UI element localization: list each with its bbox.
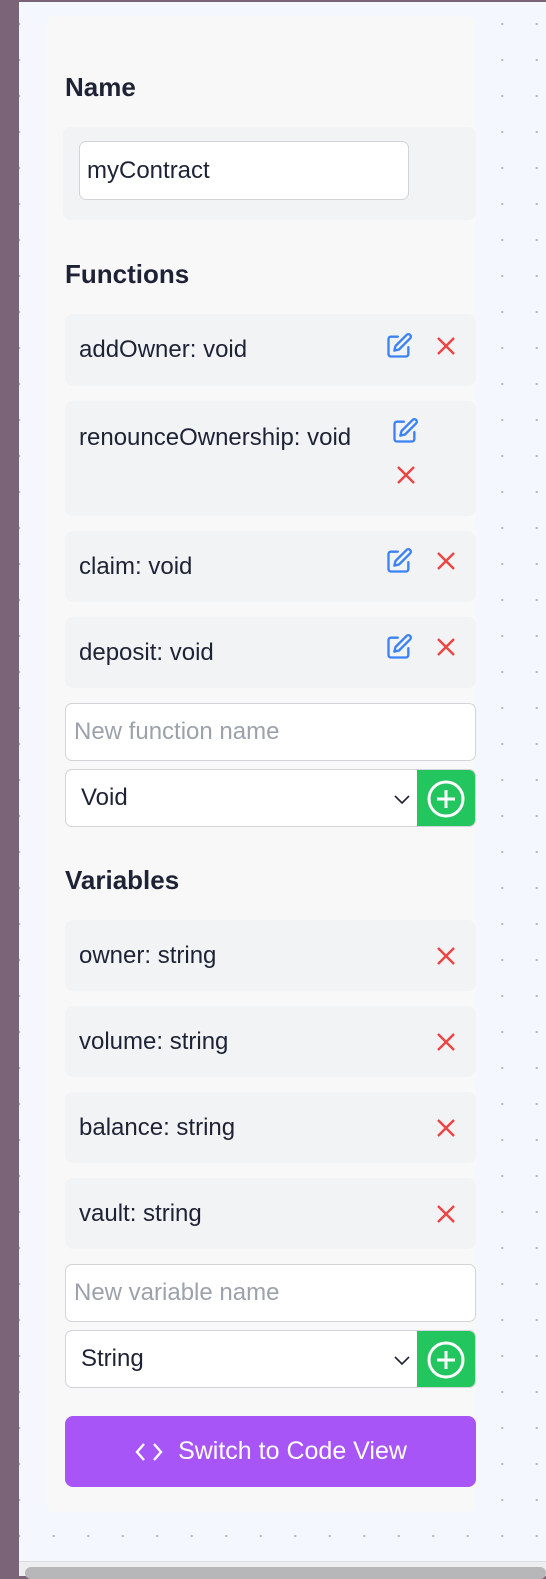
function-type-select[interactable]: Void [65, 769, 476, 827]
variable-label: owner: string [79, 941, 217, 969]
add-variable-button[interactable] [417, 1331, 475, 1387]
function-item: claim: void [65, 531, 476, 602]
function-item: addOwner: void [65, 314, 476, 386]
chevron-down-icon [394, 795, 410, 805]
chevron-down-icon [394, 1356, 410, 1366]
delete-icon[interactable] [434, 549, 458, 573]
delete-icon[interactable] [434, 1202, 458, 1226]
delete-icon[interactable] [434, 944, 458, 968]
variables-heading: Variables [65, 865, 180, 895]
edit-icon[interactable] [385, 332, 413, 360]
add-function-button[interactable] [417, 770, 475, 826]
function-item: renounceOwnership: void [65, 401, 476, 516]
variable-type-value: String [81, 1345, 144, 1372]
function-label: deposit: void [79, 638, 214, 666]
new-function-name-input[interactable] [65, 703, 476, 761]
delete-icon[interactable] [434, 1030, 458, 1054]
variable-item: owner: string [65, 920, 476, 991]
delete-icon[interactable] [434, 334, 458, 358]
variable-label: vault: string [79, 1199, 202, 1227]
plus-circle-icon [427, 1341, 465, 1379]
function-label: renounceOwnership: void [79, 424, 352, 451]
delete-icon[interactable] [434, 1116, 458, 1140]
variable-item: volume: string [65, 1006, 476, 1077]
edit-icon[interactable] [391, 417, 419, 445]
variable-item: balance: string [65, 1092, 476, 1163]
switch-button-label: Switch to Code View [178, 1437, 407, 1465]
edit-icon[interactable] [385, 633, 413, 661]
function-label: claim: void [79, 552, 193, 580]
functions-heading: Functions [65, 259, 190, 289]
variable-label: balance: string [79, 1113, 236, 1141]
switch-to-code-view-button[interactable]: Switch to Code View [65, 1416, 476, 1487]
variable-label: volume: string [79, 1027, 229, 1055]
function-type-value: Void [81, 784, 128, 811]
edit-icon[interactable] [385, 547, 413, 575]
code-icon [135, 1442, 163, 1461]
function-item: deposit: void [65, 617, 476, 688]
function-label: addOwner: void [79, 336, 248, 363]
horizontal-scrollbar[interactable] [25, 1567, 546, 1579]
delete-icon[interactable] [434, 635, 458, 659]
variable-item: vault: string [65, 1178, 476, 1249]
new-variable-name-input[interactable] [65, 1264, 476, 1322]
plus-circle-icon [427, 780, 465, 818]
delete-icon[interactable] [394, 463, 418, 487]
name-heading: Name [65, 72, 136, 102]
variable-type-select[interactable]: String [65, 1330, 476, 1388]
contract-name-input[interactable] [79, 141, 409, 200]
